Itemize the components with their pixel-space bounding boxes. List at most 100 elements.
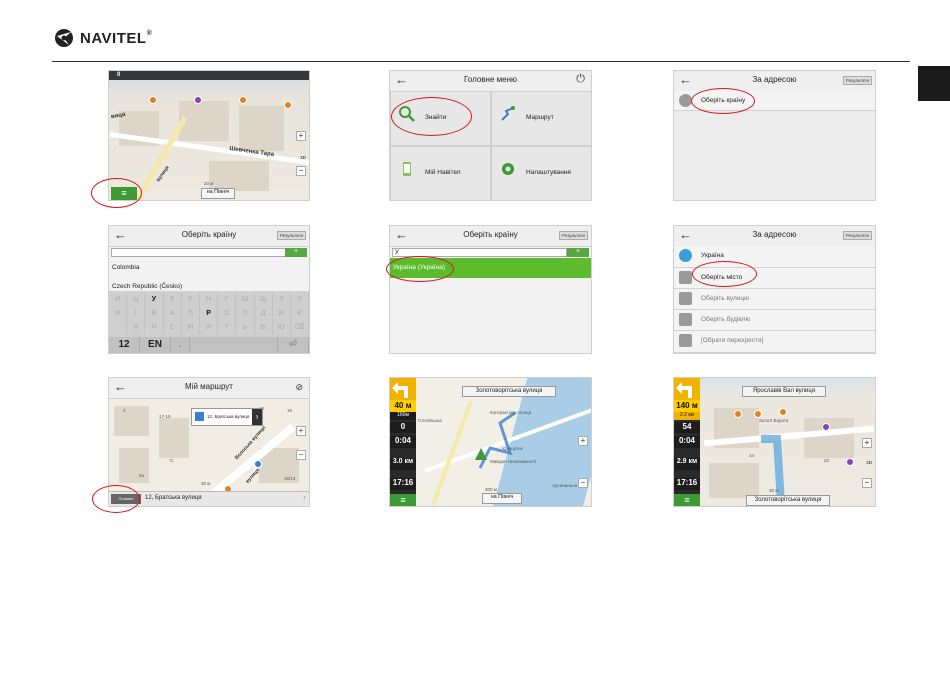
building-number: 34 bbox=[749, 453, 755, 458]
keyboard-key[interactable]: Ж bbox=[273, 307, 291, 321]
keyboard-key[interactable]: Д bbox=[255, 307, 273, 321]
keyboard-key[interactable]: И bbox=[200, 321, 219, 335]
keyboard-key[interactable]: І bbox=[127, 307, 146, 321]
screenshot-navigation-2d: 40 м 160м 0 0:04 3.0 км 17:16 ≡ Золотово… bbox=[389, 377, 592, 507]
keyboard-key[interactable]: Ь bbox=[236, 321, 255, 335]
list-item-street[interactable]: Оберіть вулицю bbox=[674, 289, 875, 310]
keyboard-key[interactable]: Я bbox=[127, 321, 146, 335]
route-line bbox=[478, 411, 516, 469]
keyboard-key[interactable]: Ш bbox=[236, 293, 255, 307]
menu-tile-route[interactable]: Маршрут bbox=[491, 91, 591, 146]
results-button[interactable]: Результати bbox=[843, 231, 872, 240]
results-button[interactable]: Результати bbox=[559, 231, 588, 240]
poi-pin[interactable] bbox=[194, 96, 202, 104]
no-route-icon[interactable]: ⊘ bbox=[295, 382, 303, 393]
street-icon bbox=[679, 292, 692, 305]
country-item[interactable]: Colombia bbox=[112, 264, 139, 271]
poi-pin[interactable] bbox=[734, 410, 742, 418]
view-mode-toggle[interactable]: 2D bbox=[300, 155, 306, 160]
menu-button[interactable]: ≡ bbox=[674, 494, 700, 506]
keyboard-key[interactable]: Ц bbox=[127, 293, 146, 307]
zoom-out-button[interactable]: − bbox=[296, 450, 306, 460]
country-item[interactable]: Czech Republic (Česko) bbox=[112, 283, 182, 290]
menu-tile-settings[interactable]: Налаштування bbox=[491, 146, 591, 200]
keyboard-key[interactable]: Г bbox=[218, 293, 237, 307]
search-input[interactable] bbox=[111, 248, 286, 257]
keyboard-key[interactable]: З bbox=[273, 293, 291, 307]
menu-tile-label: Мій Навітел bbox=[425, 169, 461, 176]
keyboard-toggle-button[interactable]: + bbox=[567, 248, 589, 257]
keyboard-key[interactable]: С bbox=[164, 321, 182, 335]
destination-popup[interactable]: 12, Братська вулиця › bbox=[191, 408, 263, 426]
poi-pin[interactable] bbox=[779, 408, 787, 416]
keyboard-key[interactable]: М bbox=[182, 321, 200, 335]
map-label: Гоголівська bbox=[418, 418, 442, 423]
poi-pin[interactable] bbox=[754, 410, 762, 418]
poi-pin[interactable] bbox=[284, 101, 292, 109]
scale-label: 30 м bbox=[204, 181, 214, 186]
scale-label: 30 м bbox=[769, 488, 779, 493]
poi-pin[interactable] bbox=[822, 423, 830, 431]
power-icon[interactable]: ⏻ bbox=[576, 73, 585, 86]
screenshot-navigation-3d: 140 м 2.2 км 54 0:04 2.9 км 17:16 ≡ Ярос… bbox=[673, 377, 876, 507]
keyboard-key[interactable]: О bbox=[218, 307, 237, 321]
keyboard-key[interactable]: У bbox=[145, 293, 164, 307]
space-key[interactable] bbox=[190, 337, 278, 353]
keyboard-key[interactable]: Є bbox=[291, 307, 309, 321]
zoom-in-button[interactable]: + bbox=[578, 436, 588, 446]
view-mode-toggle[interactable]: 2D bbox=[866, 460, 872, 465]
turn-left-icon bbox=[392, 382, 408, 398]
results-button[interactable]: Результати bbox=[277, 231, 306, 240]
enter-key[interactable]: ⏎ bbox=[278, 337, 309, 353]
chevron-right-icon[interactable]: › bbox=[252, 409, 262, 425]
keyboard-key[interactable]: Б bbox=[255, 321, 273, 335]
language-key[interactable]: EN bbox=[140, 337, 171, 353]
zoom-out-button[interactable]: − bbox=[862, 478, 872, 488]
keyboard-key[interactable]: ⌫ bbox=[291, 321, 309, 335]
keyboard-key[interactable]: А bbox=[164, 307, 182, 321]
street-banner-top: Ярославів Вал вулиця bbox=[742, 386, 826, 397]
poi-pin[interactable] bbox=[149, 96, 157, 104]
keyboard-key[interactable] bbox=[109, 321, 128, 335]
list-item-intersection[interactable]: [Обрати перехрестя] bbox=[674, 331, 875, 353]
list-item-label: Україна bbox=[701, 252, 724, 259]
keyboard-key[interactable]: Щ bbox=[255, 293, 273, 307]
keyboard-key[interactable]: Н bbox=[200, 293, 219, 307]
menu-tile-my-navitel[interactable]: Мій Навітел bbox=[390, 146, 491, 200]
keyboard-key[interactable]: Х bbox=[291, 293, 309, 307]
keyboard-key[interactable]: Т bbox=[218, 321, 237, 335]
keyboard-key[interactable]: Ч bbox=[145, 321, 164, 335]
app-bar: ← Оберіть країну Результати bbox=[390, 226, 591, 247]
keyboard-key[interactable]: Й bbox=[109, 293, 128, 307]
list-item-building[interactable]: Оберіть будівлю bbox=[674, 310, 875, 331]
keyboard-key[interactable]: В bbox=[145, 307, 164, 321]
keyboard-key[interactable]: П bbox=[182, 307, 200, 321]
keyboard-toggle-button[interactable]: + bbox=[285, 248, 307, 257]
zoom-in-button[interactable]: + bbox=[296, 426, 306, 436]
north-button[interactable]: на Північ bbox=[201, 188, 235, 199]
menu-button[interactable]: ≡ bbox=[390, 494, 416, 506]
device-icon bbox=[403, 162, 411, 176]
current-speed: 0 bbox=[390, 422, 416, 433]
chevron-right-icon[interactable]: › bbox=[303, 492, 306, 502]
results-button[interactable]: Результати bbox=[843, 76, 872, 85]
zoom-out-button[interactable]: − bbox=[296, 166, 306, 176]
header-divider bbox=[52, 61, 910, 62]
poi-pin[interactable] bbox=[846, 458, 854, 466]
north-button[interactable]: на Північ bbox=[482, 493, 522, 504]
keyboard-key[interactable]: Л bbox=[236, 307, 255, 321]
map-building bbox=[114, 406, 149, 436]
keyboard-key[interactable]: Е bbox=[182, 293, 200, 307]
poi-pin[interactable] bbox=[254, 460, 262, 468]
keyboard-key[interactable]: Р bbox=[200, 307, 219, 321]
dot-key[interactable]: . bbox=[171, 337, 190, 353]
zoom-in-button[interactable]: + bbox=[862, 438, 872, 448]
keyboard-key[interactable]: Ф bbox=[109, 307, 128, 321]
zoom-in-button[interactable]: + bbox=[296, 131, 306, 141]
numbers-key[interactable]: 12 bbox=[109, 337, 140, 353]
keyboard-key[interactable]: Ю bbox=[273, 321, 291, 335]
keyboard-key[interactable]: К bbox=[164, 293, 182, 307]
screenshot-select-country: ← Оберіть країну Результати + Colombia C… bbox=[108, 225, 310, 354]
poi-pin[interactable] bbox=[239, 96, 247, 104]
zoom-out-button[interactable]: − bbox=[578, 478, 588, 488]
